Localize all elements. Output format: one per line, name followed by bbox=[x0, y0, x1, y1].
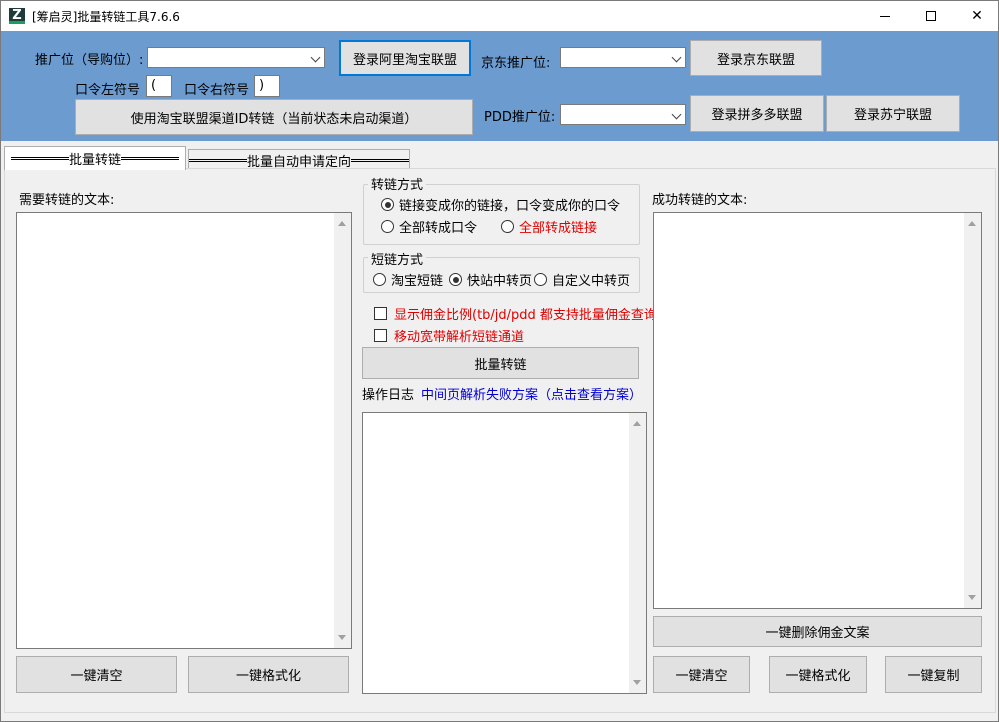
radio-label: 自定义中转页 bbox=[552, 274, 631, 289]
radio-kuaizhan[interactable]: 快站中转页 bbox=[449, 270, 532, 289]
scroll-down-icon bbox=[633, 680, 641, 685]
pdd-pid-label: PDD推广位: bbox=[484, 110, 556, 125]
close-icon: ✕ bbox=[971, 8, 983, 24]
log-textarea[interactable] bbox=[362, 412, 647, 694]
login-pdd-button[interactable]: 登录拼多多联盟 bbox=[690, 95, 824, 132]
minimize-icon bbox=[880, 15, 890, 17]
radio-label: 全部转成链接 bbox=[519, 221, 598, 236]
radio-taobao-short[interactable]: 淘宝短链 bbox=[373, 270, 443, 289]
tab-label: 批量转链 bbox=[68, 153, 121, 168]
radio-label: 链接变成你的链接，口令变成你的口令 bbox=[399, 199, 621, 214]
log-label: 操作日志 bbox=[362, 388, 415, 403]
tab-batch-convert[interactable]: 批量转链 bbox=[4, 146, 186, 170]
left-symbol-label: 口令左符号 bbox=[75, 83, 141, 98]
output-textarea[interactable] bbox=[653, 212, 982, 609]
scrollbar[interactable] bbox=[334, 213, 351, 648]
maximize-icon bbox=[926, 11, 936, 21]
pdd-pid-select[interactable] bbox=[560, 104, 686, 125]
login-taobao-button[interactable]: 登录阿里淘宝联盟 bbox=[339, 40, 471, 76]
left-clear-button[interactable]: 一键清空 bbox=[16, 656, 177, 693]
window-title: [筹启灵]批量转链工具7.6.6 bbox=[32, 10, 180, 24]
maximize-button[interactable] bbox=[908, 1, 954, 31]
delete-commission-button[interactable]: 一键删除佣金文案 bbox=[653, 616, 982, 647]
tab-decoration bbox=[121, 157, 179, 160]
scroll-down-icon bbox=[968, 595, 976, 600]
app-logo-icon: Z bbox=[9, 8, 25, 24]
right-symbol-input[interactable]: ) bbox=[254, 75, 280, 97]
tb-pid-label: 推广位（导购位）: bbox=[35, 53, 144, 68]
checkbox-label: 移动宽带解析短链通道 bbox=[394, 330, 525, 345]
short-link-title: 短链方式 bbox=[368, 249, 427, 268]
radio-icon bbox=[381, 220, 394, 233]
radio-icon bbox=[534, 273, 547, 286]
copy-button[interactable]: 一键复制 bbox=[885, 656, 982, 693]
scroll-up-icon bbox=[338, 221, 346, 226]
tab-content: 需要转链的文本: 一键清空 一键格式化 转链方式 链接变成你的链接，口令变成你的… bbox=[4, 168, 996, 713]
left-symbol-input[interactable]: ( bbox=[146, 75, 172, 97]
jd-pid-label: 京东推广位: bbox=[481, 56, 551, 71]
convert-mode-title: 转链方式 bbox=[368, 174, 427, 193]
app-window: Z [筹启灵]批量转链工具7.6.6 ✕ 推广位（导购位）: 登录阿里淘宝联盟 … bbox=[0, 0, 999, 722]
scroll-up-icon bbox=[633, 421, 641, 426]
scrollbar[interactable] bbox=[629, 413, 646, 693]
radio-icon bbox=[373, 273, 386, 286]
radio-all-to-code[interactable]: 全部转成口令 bbox=[381, 217, 477, 236]
header-panel: 推广位（导购位）: 登录阿里淘宝联盟 京东推广位: 登录京东联盟 口令左符号 (… bbox=[1, 31, 998, 141]
login-jd-button[interactable]: 登录京东联盟 bbox=[690, 40, 822, 76]
show-commission-checkbox[interactable]: 显示佣金比例(tb/jd/pdd 都支持批量佣金查询) bbox=[374, 304, 662, 323]
radio-custom-page[interactable]: 自定义中转页 bbox=[534, 270, 630, 289]
right-format-button[interactable]: 一键格式化 bbox=[769, 656, 867, 693]
close-button[interactable]: ✕ bbox=[954, 1, 999, 31]
output-text-label: 成功转链的文本: bbox=[652, 193, 748, 208]
right-clear-button[interactable]: 一键清空 bbox=[653, 656, 750, 693]
radio-icon bbox=[501, 220, 514, 233]
radio-label: 淘宝短链 bbox=[391, 274, 444, 289]
chevron-down-icon bbox=[671, 52, 682, 63]
checkbox-icon bbox=[374, 329, 387, 342]
left-format-button[interactable]: 一键格式化 bbox=[188, 656, 349, 693]
tb-pid-select[interactable] bbox=[147, 47, 325, 68]
channel-id-button[interactable]: 使用淘宝联盟渠道ID转链（当前状态未启动渠道） bbox=[75, 99, 473, 135]
tab-decoration bbox=[351, 159, 409, 162]
radio-checked-icon bbox=[381, 198, 394, 211]
jd-pid-select[interactable] bbox=[560, 47, 686, 68]
tab-decoration bbox=[189, 159, 247, 162]
input-text-label: 需要转链的文本: bbox=[19, 193, 115, 208]
input-textarea[interactable] bbox=[16, 212, 352, 649]
scroll-down-icon bbox=[338, 635, 346, 640]
radio-label: 快站中转页 bbox=[467, 274, 533, 289]
title-bar: Z [筹启灵]批量转链工具7.6.6 ✕ bbox=[1, 1, 998, 31]
checkbox-icon bbox=[374, 307, 387, 320]
chevron-down-icon bbox=[671, 109, 682, 120]
minimize-button[interactable] bbox=[862, 1, 908, 31]
chevron-down-icon bbox=[310, 52, 321, 63]
fail-solution-link[interactable]: 中间页解析失败方案（点击查看方案） bbox=[421, 384, 642, 403]
checkbox-label: 显示佣金比例(tb/jd/pdd 都支持批量佣金查询) bbox=[394, 308, 663, 323]
radio-link-to-yours[interactable]: 链接变成你的链接，口令变成你的口令 bbox=[381, 195, 620, 214]
batch-convert-button[interactable]: 批量转链 bbox=[362, 347, 639, 379]
scroll-up-icon bbox=[968, 221, 976, 226]
scrollbar[interactable] bbox=[964, 213, 981, 608]
tab-decoration bbox=[10, 157, 69, 160]
radio-all-to-link[interactable]: 全部转成链接 bbox=[501, 217, 597, 236]
mobile-broadband-checkbox[interactable]: 移动宽带解析短链通道 bbox=[374, 326, 524, 345]
radio-label: 全部转成口令 bbox=[399, 221, 478, 236]
right-symbol-label: 口令右符号 bbox=[184, 83, 250, 98]
radio-checked-icon bbox=[449, 273, 462, 286]
login-suning-button[interactable]: 登录苏宁联盟 bbox=[826, 95, 960, 132]
